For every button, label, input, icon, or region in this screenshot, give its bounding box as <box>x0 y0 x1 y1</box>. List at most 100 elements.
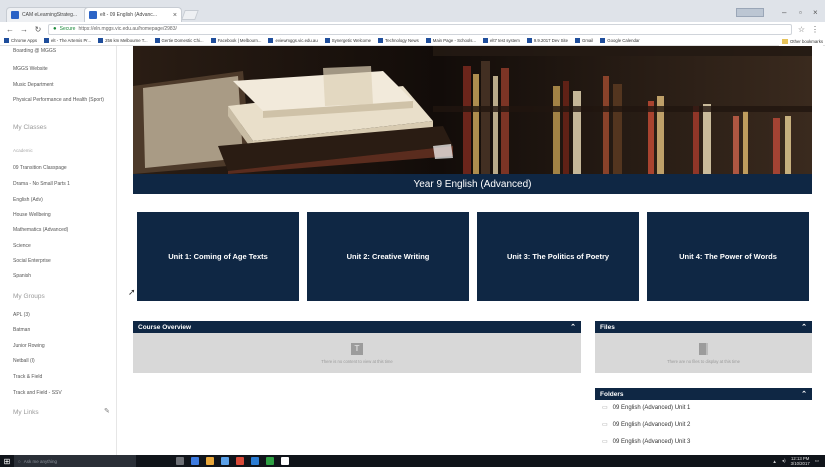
edit-pencil-icon[interactable]: ✎ <box>104 407 110 415</box>
bookmark-item[interactable]: Main Page - Schools... <box>425 38 476 43</box>
files-title: Files <box>600 323 615 331</box>
group-link[interactable]: APL (3) <box>13 312 30 319</box>
sidebar-link[interactable]: Boarding @ MGGS <box>13 48 56 55</box>
folder-link[interactable]: ▭ 09 English (Advanced) Unit 1 <box>602 404 691 412</box>
edge-icon[interactable] <box>191 457 199 465</box>
bookmark-item[interactable]: Technology News <box>378 38 419 43</box>
books-illustration <box>133 46 812 174</box>
bookmark-favicon-icon <box>4 38 9 43</box>
group-link[interactable]: Junior Rowing <box>13 343 45 350</box>
bookmark-label: Synergetic Welcome <box>331 38 372 43</box>
folder-icon: ▭ <box>602 422 608 428</box>
network-icon[interactable]: ▲ <box>772 459 776 464</box>
bookmark-favicon-icon <box>575 38 580 43</box>
browser-tab-active[interactable]: elt - 09 English (Advanc... × <box>84 7 182 22</box>
unit-tile-1[interactable]: Unit 1: Coming of Age Texts <box>137 212 299 301</box>
minimize-icon[interactable]: – <box>782 8 786 17</box>
bookmark-item[interactable]: eviewmggs.vic.edu.au <box>268 38 318 43</box>
app-icon[interactable] <box>281 457 289 465</box>
bookmark-star-icon[interactable]: ☆ <box>798 25 805 34</box>
windows-start-icon[interactable]: ⊞ <box>0 455 14 467</box>
empty-message: There are no files to display at this ti… <box>667 358 740 364</box>
bookmark-favicon-icon <box>210 38 216 43</box>
search-icon: ○ <box>18 458 21 464</box>
taskbar-clock[interactable]: 12:13 PM 3/10/2017 <box>791 456 810 466</box>
bookmark-item[interactable]: elt - The Artemis Pr... <box>44 38 91 43</box>
class-link[interactable]: Science <box>13 243 31 250</box>
collapse-caret-icon[interactable]: ⌃ <box>801 390 807 398</box>
group-link[interactable]: Batman <box>13 327 30 334</box>
reload-icon[interactable]: ↻ <box>34 25 42 34</box>
bookmark-item[interactable]: 256 km Melbourne T... <box>98 38 148 43</box>
close-window-icon[interactable]: × <box>813 8 818 17</box>
excel-icon[interactable] <box>266 457 274 465</box>
files-body: There are no files to display at this ti… <box>595 333 812 373</box>
bookmark-favicon-icon <box>378 38 384 43</box>
menu-icon[interactable]: ⋮ <box>811 25 819 34</box>
sidebar-link[interactable]: Music Department <box>13 82 54 89</box>
course-banner-image <box>133 46 812 174</box>
bookmark-label: elt - The Artemis Pr... <box>51 38 92 43</box>
file-explorer-icon[interactable] <box>206 457 214 465</box>
bookmark-item[interactable]: Synergetic Welcome <box>324 38 372 43</box>
forward-icon[interactable]: → <box>20 25 28 34</box>
word-icon[interactable] <box>251 457 259 465</box>
unit-tile-label: Unit 1: Coming of Age Texts <box>168 252 268 261</box>
collapse-caret-icon[interactable]: ⌃ <box>570 323 576 331</box>
new-tab-button[interactable] <box>181 10 199 20</box>
course-overview-header[interactable]: Course Overview ⌃ <box>133 321 581 333</box>
bookmark-item[interactable]: Gmail <box>575 38 593 43</box>
store-icon[interactable] <box>221 457 229 465</box>
site-favicon-icon <box>11 11 19 19</box>
class-link[interactable]: English (Adv) <box>13 197 43 204</box>
address-bar[interactable]: ● Secure https://eln.mggs.vic.edu.au/hom… <box>48 23 792 35</box>
bookmark-favicon-icon <box>600 38 606 43</box>
sidebar-link[interactable]: Physical Performance and Health (Sport) <box>13 97 109 104</box>
folders-title: Folders <box>600 390 624 398</box>
group-link[interactable]: Netball (I) <box>13 358 35 365</box>
collapse-caret-icon[interactable]: ⌃ <box>801 323 807 331</box>
taskbar-search[interactable]: ○ Ask me anything <box>14 455 136 467</box>
url-text: https://eln.mggs.vic.edu.au/homepage/298… <box>78 26 177 32</box>
sidebar-link[interactable]: MGGS Website <box>13 66 48 73</box>
unit-tile-4[interactable]: Unit 4: The Power of Words <box>647 212 809 301</box>
folders-header[interactable]: Folders ⌃ <box>595 388 812 400</box>
bookmark-item[interactable]: Chrome Apps <box>4 38 37 43</box>
bookmark-label: 9.9.2017 Dev Site <box>533 38 568 43</box>
bookmark-favicon-icon <box>154 38 160 43</box>
other-bookmarks[interactable]: Other bookmarks <box>779 36 823 46</box>
bookmark-item[interactable]: Facebook | Melbourn... <box>210 38 261 43</box>
folder-link[interactable]: ▭ 09 English (Advanced) Unit 3 <box>602 438 690 446</box>
unit-tile-label: Unit 3: The Politics of Poetry <box>506 252 610 261</box>
bookmark-item[interactable]: elt7 test system <box>482 38 520 43</box>
close-tab-icon[interactable]: × <box>173 12 177 19</box>
task-view-icon[interactable] <box>176 457 184 465</box>
my-groups-heading: My Groups <box>13 293 45 300</box>
unit-tile-3[interactable]: Unit 3: The Politics of Poetry <box>477 212 639 301</box>
bookmark-item[interactable]: Gertie Domestic Chi... <box>154 38 204 43</box>
bookmarks-bar: Chrome Apps elt - The Artemis Pr... 256 km… <box>0 36 825 46</box>
notifications-icon[interactable]: ▭ <box>815 458 819 464</box>
profile-badge[interactable] <box>736 8 764 17</box>
maximize-icon[interactable]: ▫ <box>799 8 802 17</box>
bookmark-favicon-icon <box>44 38 50 43</box>
back-icon[interactable]: ← <box>6 25 14 34</box>
volume-icon[interactable]: ◂) <box>782 458 786 464</box>
class-link[interactable]: Spanish <box>13 273 31 280</box>
bookmark-item[interactable]: 9.9.2017 Dev Site <box>526 38 568 43</box>
folder-icon: ▭ <box>602 439 608 445</box>
class-link[interactable]: Drama - No Small Parts 1 <box>13 181 70 188</box>
folder-label: 09 English (Advanced) Unit 1 <box>612 404 691 411</box>
folder-link[interactable]: ▭ 09 English (Advanced) Unit 2 <box>602 421 690 429</box>
chrome-icon[interactable] <box>236 457 244 465</box>
group-link[interactable]: Track & Field <box>13 374 42 381</box>
class-link[interactable]: 09 Transition Classpage <box>13 165 67 172</box>
bookmark-item[interactable]: Google Calendar <box>600 38 640 43</box>
unit-tile-label: Unit 4: The Power of Words <box>679 252 777 261</box>
files-header[interactable]: Files ⌃ <box>595 321 812 333</box>
class-link[interactable]: Mathematics (Advanced) <box>13 227 68 234</box>
class-link[interactable]: Social Enterprise <box>13 258 51 265</box>
group-link[interactable]: Track and Field - SSV <box>13 390 62 397</box>
class-link[interactable]: House Wellbeing <box>13 212 51 219</box>
unit-tile-2[interactable]: Unit 2: Creative Writing <box>307 212 469 301</box>
